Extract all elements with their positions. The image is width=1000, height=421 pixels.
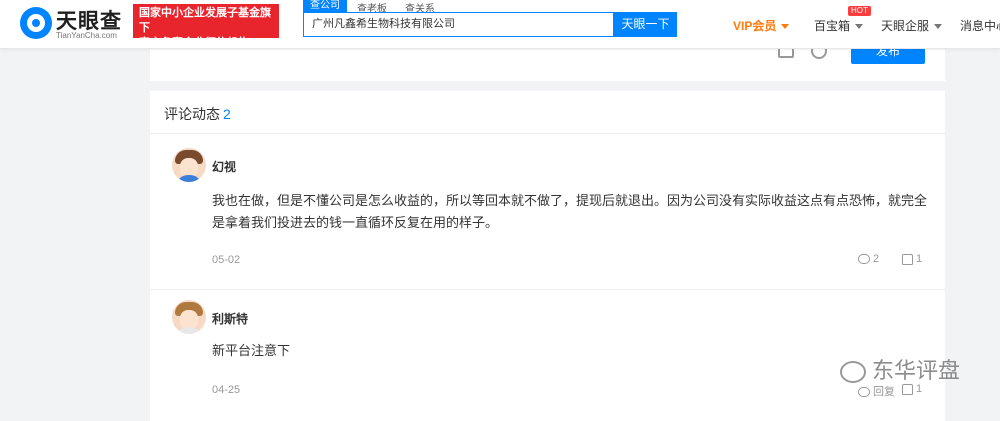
- comments-title: 评论动态: [164, 106, 220, 122]
- comment-item: 幻视 我也在做，但是不懂公司是怎么收益的，所以等回本就不做了，提现后就退出。因为…: [172, 148, 932, 278]
- logo-domain: TianYanCha.com: [56, 31, 117, 40]
- nav-enterprise[interactable]: 天眼企服: [881, 17, 943, 34]
- like-button[interactable]: 1: [902, 253, 922, 265]
- top-header: 天眼查 TianYanCha.com 国家中小企业发展子基金旗下 官方备案企业征…: [0, 0, 1000, 49]
- site-logo[interactable]: 天眼查 TianYanCha.com: [20, 5, 128, 43]
- comment-date: 05-02: [212, 254, 241, 266]
- comment-text: 新平台注意下: [212, 343, 291, 358]
- chevron-down-icon: [781, 24, 790, 30]
- search-button[interactable]: 天眼一下: [614, 12, 677, 37]
- avatar[interactable]: [172, 300, 206, 334]
- reply-button[interactable]: 回复: [858, 383, 895, 399]
- nav-vip-label: VIP会员: [733, 19, 777, 33]
- comment-username[interactable]: 利斯特: [212, 310, 248, 327]
- banner-line-1: 国家中小企业发展子基金旗下: [139, 7, 271, 34]
- comment-date: 04-25: [212, 384, 241, 396]
- reply-button[interactable]: 2: [858, 253, 879, 265]
- watermark: 东华评盘: [840, 353, 960, 385]
- nav-vip[interactable]: VIP会员: [733, 17, 790, 34]
- watermark-text: 东华评盘: [872, 358, 961, 383]
- reply-count: 2: [873, 253, 880, 265]
- publish-button[interactable]: 发布: [851, 48, 925, 64]
- comments-heading: 评论动态 2: [164, 104, 231, 124]
- chevron-down-icon: [934, 24, 943, 30]
- wechat-icon: [840, 361, 866, 384]
- nav-messages-label: 消息中心: [960, 19, 1000, 33]
- comment-item: 利斯特 新平台注意下 04-25 回复 1: [172, 300, 932, 410]
- comment-bubble-icon: [858, 387, 870, 398]
- divider: [150, 289, 945, 290]
- avatar-body: [176, 327, 202, 334]
- nav-treasure-label: 百宝箱: [814, 19, 851, 33]
- thumbs-up-icon: [902, 253, 913, 265]
- comment-text: 我也在做，但是不懂公司是怎么收益的，所以等回本就不做了，提现后就退出。因为公司没…: [212, 193, 928, 230]
- search-input[interactable]: 广州凡鑫希生物科技有限公司: [303, 12, 614, 37]
- official-banner: 国家中小企业发展子基金旗下 官方备案企业征信机构: [133, 4, 279, 49]
- tab-company[interactable]: 查公司: [303, 0, 347, 12]
- logo-eye-icon: [20, 7, 52, 39]
- avatar[interactable]: [172, 148, 206, 182]
- nav-treasure[interactable]: 百宝箱: [814, 17, 864, 34]
- like-count: 1: [916, 253, 923, 265]
- comments-panel: 评论动态 2 幻视 我也在做，但是不懂公司是怎么收益的，所以等回本就不做了，提现后…: [150, 91, 945, 421]
- banner-line-2: 官方备案企业征信机构: [139, 37, 249, 49]
- nav-enterprise-label: 天眼企服: [881, 19, 930, 33]
- comment-bubble-icon: [858, 254, 870, 265]
- comment-username[interactable]: 幻视: [212, 158, 236, 175]
- nav-messages[interactable]: 消息中心: [960, 17, 1000, 34]
- hot-badge: HOT: [848, 6, 871, 16]
- reply-label: 回复: [873, 386, 895, 398]
- divider: [150, 133, 945, 134]
- avatar-body: [176, 175, 202, 182]
- comments-count: 2: [223, 106, 231, 122]
- chevron-down-icon: [855, 24, 864, 30]
- thumbs-up-icon: [902, 383, 913, 395]
